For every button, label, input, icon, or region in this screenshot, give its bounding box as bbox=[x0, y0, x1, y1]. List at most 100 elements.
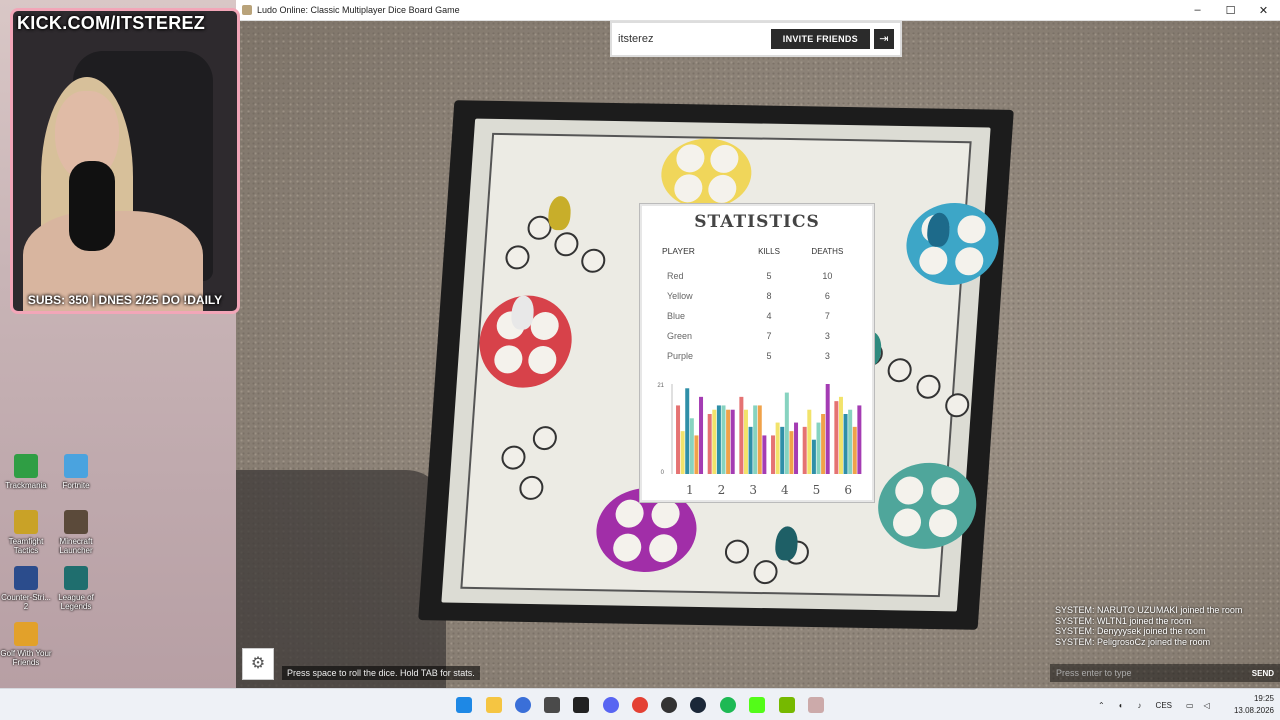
obs-icon[interactable] bbox=[661, 697, 677, 713]
chat-log: SYSTEM: NARUTO UZUMAKI joined the room S… bbox=[1055, 605, 1280, 647]
file-explorer-icon[interactable] bbox=[486, 697, 502, 713]
gear-icon[interactable]: ⚙ bbox=[242, 648, 274, 680]
desktop-icon-trackmania[interactable]: Trackmania bbox=[0, 454, 52, 490]
maximize-button[interactable]: ☐ bbox=[1214, 4, 1247, 17]
chart-x-tick-label: 5 bbox=[813, 483, 821, 497]
kick-icon[interactable] bbox=[749, 697, 765, 713]
desktop-icon-fortnite[interactable]: Fortnite bbox=[50, 454, 102, 490]
player-name: Yellow bbox=[667, 291, 693, 301]
chart-bar bbox=[699, 396, 704, 474]
chrome-icon[interactable] bbox=[632, 697, 648, 713]
column-header-kills: KILLS bbox=[758, 246, 780, 256]
chart-bar bbox=[739, 396, 744, 474]
chat-input[interactable]: Press enter to type SEND bbox=[1050, 664, 1280, 682]
microphone-icon[interactable]: ♪ bbox=[1138, 701, 1142, 710]
chart-bar bbox=[811, 439, 816, 474]
chart-bar bbox=[807, 409, 812, 474]
volume-icon[interactable]: ◁ bbox=[1204, 701, 1210, 710]
player-deaths: 3 bbox=[824, 331, 830, 341]
chart-x-tick-label: 2 bbox=[718, 483, 726, 497]
chart-bar bbox=[757, 405, 762, 474]
table-row: Blue 4 7 bbox=[652, 306, 862, 326]
language-indicator[interactable]: CES bbox=[1156, 701, 1172, 710]
ludo-taskbar-icon[interactable] bbox=[808, 697, 824, 713]
blue-home bbox=[903, 202, 1002, 286]
spotify-icon[interactable] bbox=[720, 697, 736, 713]
chart-bar bbox=[771, 435, 776, 474]
game-window: itsterez INVITE FRIENDS ⇥ STATISTICS PLA… bbox=[236, 0, 1280, 688]
tray-app-icon[interactable]: ◐ bbox=[1119, 701, 1124, 710]
desktop-icon-minecraft-launcher[interactable]: Minecraft Launcher bbox=[50, 510, 102, 555]
chart-x-tick-label: 1 bbox=[686, 483, 694, 497]
desktop-icon-label: Minecraft Launcher bbox=[59, 537, 93, 556]
desktop-icon-label: Trackmania bbox=[5, 481, 47, 490]
minecraft-icon bbox=[64, 510, 88, 534]
chart-bar bbox=[857, 405, 862, 474]
table-row: Red 5 10 bbox=[652, 266, 862, 286]
minimize-button[interactable]: – bbox=[1181, 4, 1214, 16]
chart-bar bbox=[816, 422, 821, 474]
chart-bar bbox=[762, 435, 767, 474]
player-name: Red bbox=[667, 271, 684, 281]
window-title: Ludo Online: Classic Multiplayer Dice Bo… bbox=[257, 5, 460, 15]
yellow-home bbox=[658, 137, 754, 210]
green-home bbox=[875, 461, 980, 550]
clock[interactable]: 19:25 13.08.2026 bbox=[1234, 693, 1274, 717]
browser-icon[interactable] bbox=[515, 697, 531, 713]
track-space bbox=[886, 358, 913, 383]
column-header-player: PLAYER bbox=[662, 246, 695, 256]
chart-bar bbox=[843, 414, 848, 474]
username-field[interactable]: itsterez bbox=[618, 33, 771, 45]
xbox-icon[interactable] bbox=[544, 697, 560, 713]
desktop-icon-label: Counter-Stri... 2 bbox=[1, 593, 51, 612]
player-kills: 7 bbox=[766, 331, 772, 341]
capcut-icon[interactable] bbox=[573, 697, 589, 713]
discord-icon[interactable] bbox=[603, 697, 619, 713]
system-tray: ⌃ ◐ ♪ CES ▭ ◁ bbox=[1098, 689, 1210, 720]
player-name: Green bbox=[667, 331, 693, 341]
chart-x-tick-label: 4 bbox=[781, 483, 789, 497]
chat-message: SYSTEM: NARUTO UZUMAKI joined the room bbox=[1055, 605, 1243, 615]
chart-bar bbox=[680, 431, 685, 474]
chart-bar bbox=[748, 426, 753, 474]
league-of-legends-icon bbox=[64, 566, 88, 590]
close-button[interactable]: ✕ bbox=[1247, 4, 1280, 17]
track-space bbox=[504, 245, 531, 270]
webcam-overlay: KICK.COM/ITSTEREZ SUBS: 350 | DNES 2/25 … bbox=[10, 8, 240, 314]
steam-icon[interactable] bbox=[690, 697, 706, 713]
chart-bar bbox=[743, 409, 748, 474]
exit-icon[interactable]: ⇥ bbox=[874, 29, 894, 49]
desktop-icon-label: Golf With Your Friends bbox=[0, 649, 52, 668]
windows-start-icon[interactable] bbox=[456, 697, 472, 713]
send-button[interactable]: SEND bbox=[1252, 669, 1274, 678]
desktop-icon-league-of-legends[interactable]: League of Legends bbox=[50, 566, 102, 611]
chat-message: SYSTEM: WLTN1 joined the room bbox=[1055, 615, 1192, 626]
chat-input-placeholder[interactable]: Press enter to type bbox=[1056, 668, 1252, 678]
tray-chevron-icon[interactable]: ⌃ bbox=[1098, 701, 1105, 710]
chart-bar bbox=[794, 422, 799, 474]
channel-label: KICK.COM/ITSTEREZ bbox=[17, 13, 206, 33]
trackmania-icon bbox=[14, 454, 38, 478]
invite-friends-button[interactable]: INVITE FRIENDS bbox=[770, 29, 870, 49]
yellow-pawn[interactable] bbox=[547, 195, 572, 231]
counter-strike-icon bbox=[14, 566, 38, 590]
chart-bar bbox=[685, 388, 690, 474]
chart-bar bbox=[784, 392, 789, 474]
track-space bbox=[752, 559, 779, 585]
player-deaths: 3 bbox=[824, 351, 830, 361]
desktop-icon-counter-strike[interactable]: Counter-Stri... 2 bbox=[0, 566, 52, 611]
chat-message: SYSTEM: Denyyysek joined the room bbox=[1055, 626, 1206, 637]
chart-bar bbox=[721, 405, 726, 474]
desktop-icon-label: League of Legends bbox=[58, 593, 94, 612]
desktop-icon-teamfight-tactics[interactable]: Teamfight Tactics bbox=[0, 510, 52, 555]
player-deaths: 7 bbox=[824, 311, 830, 321]
statistics-header-row: PLAYER KILLS DEATHS bbox=[652, 246, 862, 266]
network-icon[interactable]: ▭ bbox=[1186, 701, 1194, 710]
player-kills: 8 bbox=[766, 291, 772, 301]
room-header: itsterez INVITE FRIENDS ⇥ bbox=[610, 21, 902, 57]
desktop-icon-golf-with-your-friends[interactable]: Golf With Your Friends bbox=[0, 622, 52, 667]
track-space bbox=[915, 374, 942, 399]
chart-bar bbox=[780, 426, 785, 474]
player-kills: 5 bbox=[766, 351, 772, 361]
nvidia-icon[interactable] bbox=[779, 697, 795, 713]
